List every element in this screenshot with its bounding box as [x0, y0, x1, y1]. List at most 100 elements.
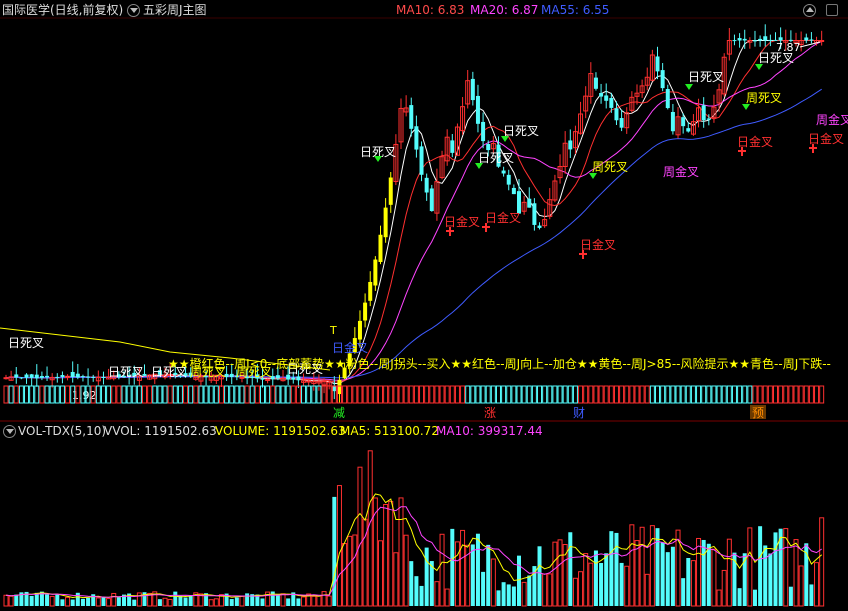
strip-cell	[680, 385, 686, 404]
volume-bar	[506, 584, 511, 606]
vol-dropdown-icon[interactable]	[3, 425, 16, 438]
strip-cell	[537, 385, 543, 404]
strip-cell	[542, 385, 548, 404]
strip-cell	[352, 385, 358, 404]
candle-body	[763, 36, 768, 41]
volume-bar	[527, 575, 532, 606]
candle-body	[306, 380, 312, 383]
volume-bar	[501, 582, 506, 606]
volume-bar	[239, 595, 245, 607]
volume-bar	[496, 590, 501, 606]
volume-bar	[208, 599, 214, 607]
strip-cell	[629, 385, 635, 404]
strip-cell	[95, 385, 101, 404]
volume-bar	[419, 585, 424, 606]
candle-body	[481, 121, 486, 142]
death-arrow-icon	[374, 156, 382, 162]
strip-cell	[511, 385, 517, 404]
volume-bar	[116, 597, 121, 606]
strip-cell	[726, 385, 732, 404]
vol-indicator-name[interactable]: VOL-TDX(5,10)	[18, 424, 106, 438]
volume-bar	[3, 594, 9, 607]
volume-bar	[604, 553, 609, 606]
volume-bar	[393, 552, 399, 607]
strip-cell	[526, 385, 532, 404]
strip-cell	[613, 385, 619, 404]
strip-cell	[147, 385, 153, 404]
volume-bar	[644, 573, 650, 607]
candle-body	[614, 108, 619, 121]
volume-bar	[490, 558, 496, 607]
strip-cell	[203, 385, 209, 404]
strip-cell	[495, 385, 501, 404]
volume-bar	[388, 500, 394, 607]
volume-bar	[583, 553, 589, 607]
candle-body	[388, 177, 393, 205]
strip-cell	[480, 385, 486, 404]
strip-cell	[249, 385, 255, 404]
volume-bar	[316, 595, 322, 607]
strip-cell	[603, 385, 609, 404]
formula-name[interactable]: 五彩周J主图	[143, 3, 207, 17]
candle-body	[29, 374, 34, 378]
volume-bar	[481, 571, 486, 606]
close-icon[interactable]	[826, 4, 838, 16]
legend-scroll-text: ★★橙红色--周J<0--底部蓄势★★粉色--周J拐头--买入★★红色--周J向…	[168, 356, 831, 371]
volume-bar	[552, 541, 558, 607]
strip-cell	[624, 385, 630, 404]
ma55-label: MA55: 6.55	[541, 3, 610, 17]
candle-body	[655, 56, 660, 72]
strip-cell	[100, 385, 106, 404]
volume-bar	[557, 539, 563, 607]
candle-body	[758, 38, 763, 41]
volume-bar	[793, 539, 799, 607]
volume-bar	[562, 544, 568, 607]
volume-bar	[568, 532, 573, 606]
strip-cell	[49, 385, 55, 404]
volume-bar	[773, 532, 778, 606]
candle-body	[506, 174, 511, 185]
candle-body	[609, 98, 614, 108]
strip-cell	[557, 385, 563, 404]
signal-label: 日死叉	[8, 336, 44, 350]
candle-body	[527, 198, 532, 208]
moving-average-lines	[0, 40, 822, 385]
ma5-line	[5, 40, 822, 385]
maximize-chevron-icon[interactable]	[803, 4, 816, 17]
volume-bar	[311, 595, 317, 607]
volume-bar	[286, 598, 291, 606]
strip-cell	[367, 385, 373, 404]
formula-dropdown-icon[interactable]	[127, 4, 140, 17]
volume-bar	[737, 588, 742, 606]
strip-cell	[157, 385, 163, 404]
strip-cell	[752, 385, 758, 404]
strip-cell	[578, 385, 584, 404]
volume-bar	[213, 598, 219, 607]
candle-body	[568, 140, 573, 150]
strip-cell	[747, 385, 753, 404]
volume-bar	[798, 565, 804, 607]
volume-bar	[614, 532, 619, 606]
volume-bar	[234, 597, 239, 606]
strip-cell	[490, 385, 496, 404]
volume-bar	[542, 573, 548, 607]
volume-bar	[649, 525, 655, 607]
volume-bar	[439, 533, 445, 607]
strip-cell	[244, 385, 250, 404]
strip-cell	[213, 385, 219, 404]
strip-cell	[229, 385, 235, 404]
vol-ma5-label: MA5: 513100.72	[340, 424, 439, 438]
strip-cell	[218, 385, 224, 404]
candle-body	[819, 40, 825, 43]
signal-label: 日金叉	[737, 134, 773, 149]
strip-cell	[778, 385, 784, 404]
signal-label: 日死叉	[688, 70, 724, 84]
signal-label: 日金叉	[485, 210, 521, 225]
strip-cell	[295, 385, 301, 404]
volume-bar	[34, 592, 39, 606]
strip-cell	[429, 385, 435, 404]
death-arrow-icon	[501, 136, 509, 142]
strip-cell	[608, 385, 614, 404]
signal-label: 日死叉	[758, 51, 794, 65]
signal-label: 日死叉	[503, 124, 539, 138]
